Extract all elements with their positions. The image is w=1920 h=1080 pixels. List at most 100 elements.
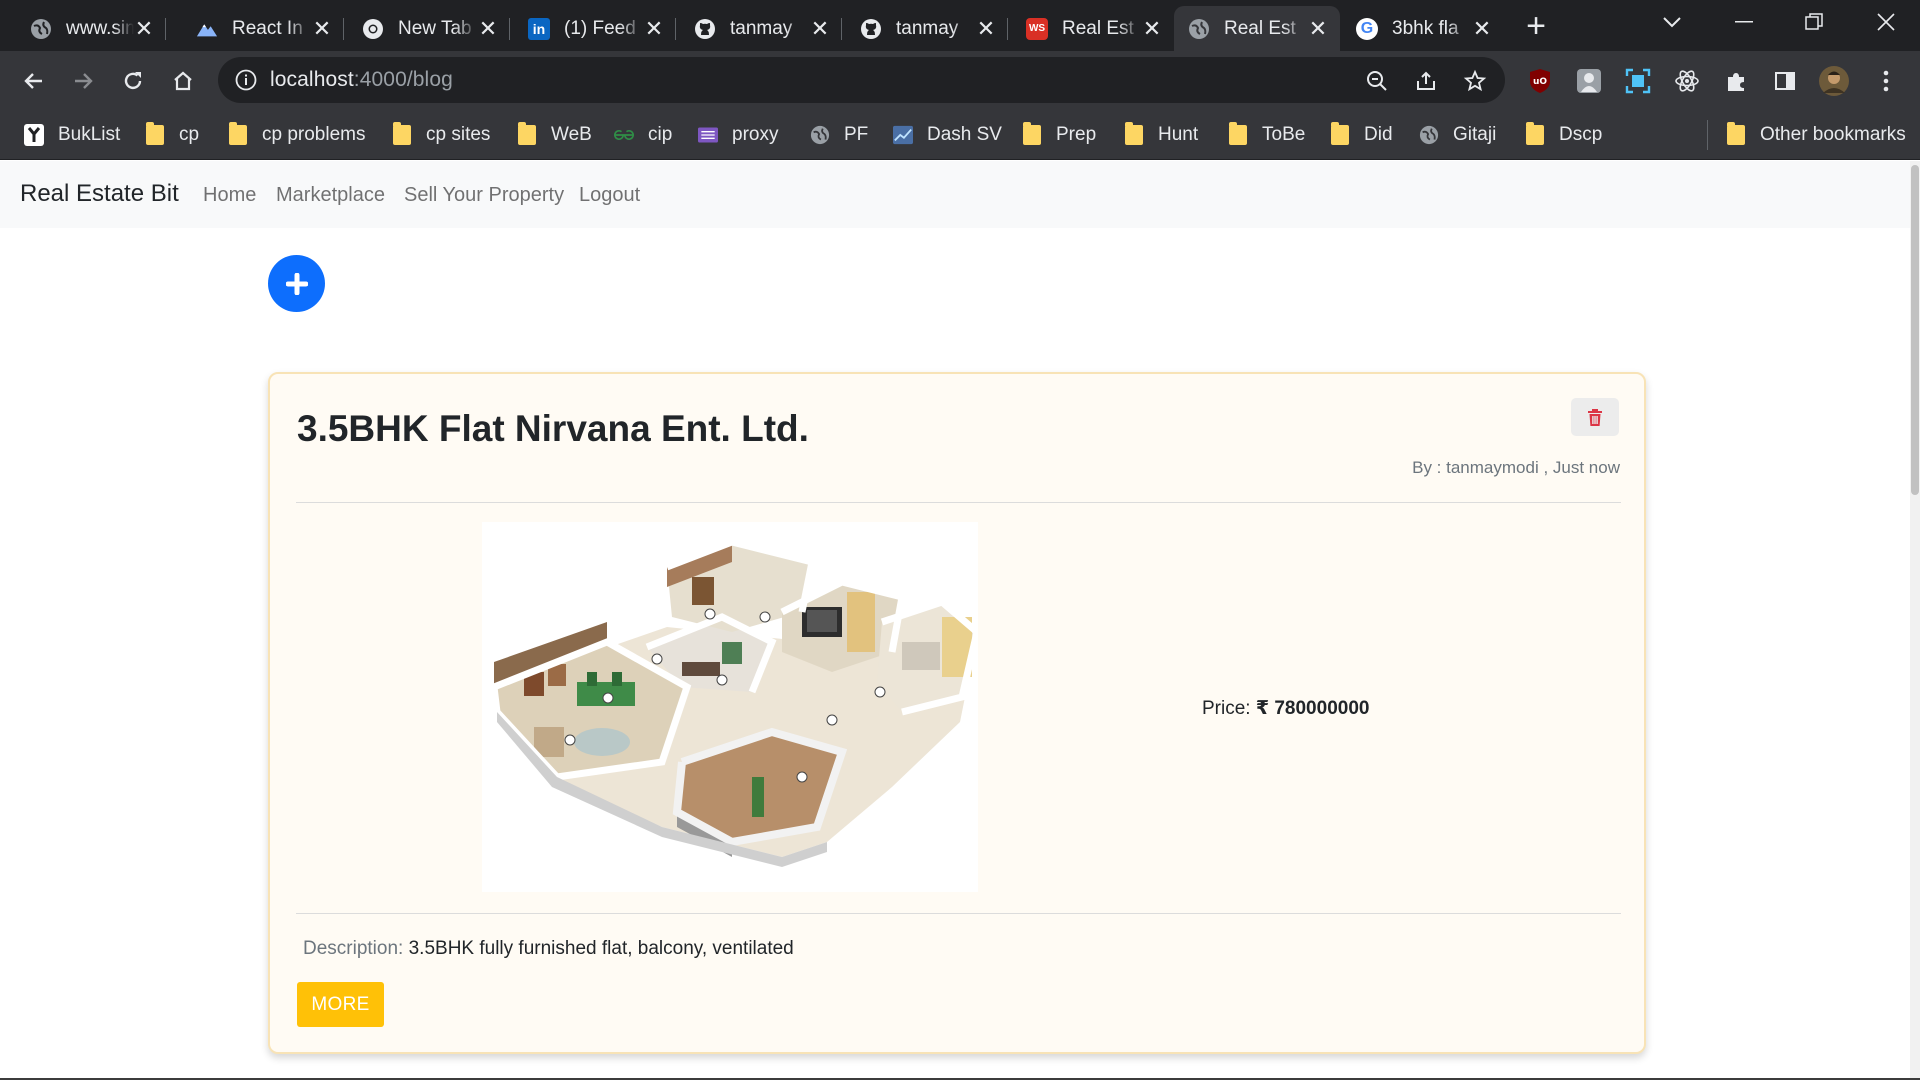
tab-title: 3bhk fla: [1392, 17, 1459, 39]
svg-text:uO: uO: [1533, 77, 1547, 87]
bookmark-label: Did: [1364, 124, 1393, 145]
close-icon[interactable]: ✕: [1472, 17, 1492, 40]
bookmark-label: Hunt: [1158, 124, 1199, 145]
bookmark-label: cp problems: [262, 124, 366, 145]
description-label: Description:: [303, 938, 404, 959]
bookmark-folder[interactable]: ToBe: [1228, 120, 1305, 150]
description-value: 3.5BHK fully furnished flat, balcony, ve…: [408, 938, 794, 959]
side-panel-icon[interactable]: [1765, 61, 1805, 101]
list-icon: [698, 125, 718, 145]
bookmark-label: cp sites: [426, 124, 491, 145]
property-floorplan-image[interactable]: [482, 522, 981, 892]
bookmark-item[interactable]: proxy: [698, 120, 778, 150]
browser-tab[interactable]: in (1) Feed ✕: [514, 6, 676, 51]
share-icon[interactable]: [1413, 68, 1439, 94]
minimize-icon[interactable]: [1716, 0, 1772, 44]
browser-tab[interactable]: WS Real Est ✕: [1012, 6, 1174, 51]
github-icon: [860, 18, 882, 40]
tab-title: www.sim: [66, 17, 134, 39]
bookmark-label: Dscp: [1559, 124, 1603, 145]
bookmark-item[interactable]: BukList: [24, 120, 120, 150]
chrome-icon: [362, 18, 384, 40]
scrollbar-thumb[interactable]: [1911, 165, 1919, 495]
home-icon[interactable]: [163, 61, 203, 101]
tab-search-icon[interactable]: [1644, 0, 1700, 44]
browser-tab[interactable]: tanmay ✕: [846, 6, 1008, 51]
close-icon[interactable]: ✕: [1142, 17, 1162, 40]
screenshot-icon[interactable]: [1618, 61, 1658, 101]
browser-tab[interactable]: React In ✕: [182, 6, 344, 51]
bookmarks-bar: BukList cp cp problems cp sites WeB cip …: [0, 110, 1920, 160]
folder-icon: [517, 122, 537, 145]
extension-icon[interactable]: [1569, 61, 1609, 101]
bookmarks-divider: [1707, 120, 1708, 150]
bookmark-item[interactable]: PF: [810, 120, 868, 150]
close-icon[interactable]: ✕: [810, 17, 830, 40]
close-icon[interactable]: ✕: [1308, 17, 1328, 40]
folder-icon: [1022, 122, 1042, 145]
new-tab-button[interactable]: +: [1515, 7, 1557, 45]
listing-title: 3.5BHK Flat Nirvana Ent. Ltd.: [297, 408, 809, 449]
bookmark-label: Gitaji: [1453, 124, 1497, 145]
close-icon[interactable]: ✕: [478, 17, 498, 40]
browser-toolbar: localhost:4000/blog uO: [0, 51, 1920, 110]
brand-link[interactable]: Real Estate Bit: [20, 180, 179, 208]
reload-icon[interactable]: [113, 61, 153, 101]
mountain-icon: [196, 18, 218, 40]
browser-tab[interactable]: tanmay ✕: [680, 6, 842, 51]
folder-icon: [145, 122, 165, 145]
globe-icon: [810, 125, 830, 145]
bookmark-item[interactable]: Dash SV: [893, 120, 1002, 150]
zoom-icon[interactable]: [1364, 68, 1390, 94]
bookmark-item[interactable]: Gitaji: [1419, 120, 1496, 150]
bookmark-folder[interactable]: Did: [1330, 120, 1393, 150]
bookmark-folder[interactable]: Dscp: [1525, 120, 1602, 150]
bookmark-folder[interactable]: Hunt: [1124, 120, 1198, 150]
bookmark-label: Dash SV: [927, 124, 1002, 145]
other-bookmarks[interactable]: Other bookmarks: [1726, 120, 1906, 150]
bookmark-folder[interactable]: cp problems: [228, 120, 366, 150]
plus-icon: [285, 272, 308, 295]
react-devtools-icon[interactable]: [1667, 61, 1707, 101]
more-button[interactable]: MORE: [297, 982, 384, 1027]
browser-tab-strip: www.sim ✕ React In ✕ New Tab ✕ in (1) Fe…: [0, 0, 1920, 51]
bookmark-folder[interactable]: Prep: [1022, 120, 1096, 150]
browser-tab[interactable]: www.sim ✕: [16, 6, 166, 51]
close-icon[interactable]: ✕: [312, 17, 332, 40]
bookmark-folder[interactable]: cp sites: [392, 120, 490, 150]
forward-icon[interactable]: [63, 61, 103, 101]
listing-card: 3.5BHK Flat Nirvana Ent. Ltd. By : tanma…: [268, 372, 1646, 1054]
ublock-icon[interactable]: uO: [1520, 61, 1560, 101]
bookmark-folder[interactable]: cp: [145, 120, 199, 150]
address-bar[interactable]: localhost:4000/blog: [218, 57, 1505, 103]
delete-button[interactable]: [1571, 398, 1619, 436]
bookmark-folder[interactable]: WeB: [517, 120, 592, 150]
nav-home[interactable]: Home: [203, 184, 256, 207]
close-icon[interactable]: ✕: [644, 17, 664, 40]
nav-logout[interactable]: Logout: [579, 184, 640, 207]
globe-icon: [1188, 18, 1210, 40]
nav-marketplace[interactable]: Marketplace: [276, 184, 385, 207]
browser-tab-active[interactable]: Real Est ✕: [1174, 6, 1340, 51]
close-icon[interactable]: ✕: [134, 17, 154, 40]
folder-icon: [1330, 122, 1350, 145]
avatar[interactable]: [1814, 61, 1854, 101]
puzzle-icon[interactable]: [1716, 61, 1756, 101]
menu-kebab-icon[interactable]: [1866, 61, 1906, 101]
close-window-icon[interactable]: [1858, 0, 1914, 44]
restore-icon[interactable]: [1786, 0, 1842, 44]
tab-title: tanmay: [730, 17, 793, 39]
folder-icon: [392, 122, 412, 145]
app-icon: [24, 124, 44, 146]
add-listing-button[interactable]: [268, 255, 325, 312]
star-icon[interactable]: [1462, 68, 1488, 94]
browser-tab[interactable]: G 3bhk fla ✕: [1342, 6, 1504, 51]
app-navbar: Real Estate Bit Home Marketplace Sell Yo…: [0, 161, 1920, 228]
close-icon[interactable]: ✕: [976, 17, 996, 40]
browser-tab[interactable]: New Tab ✕: [348, 6, 510, 51]
nav-sell-property[interactable]: Sell Your Property: [404, 184, 564, 207]
bookmark-item[interactable]: cip: [614, 120, 672, 150]
google-icon: G: [1356, 17, 1378, 40]
info-icon[interactable]: [234, 68, 258, 92]
back-icon[interactable]: [14, 61, 54, 101]
